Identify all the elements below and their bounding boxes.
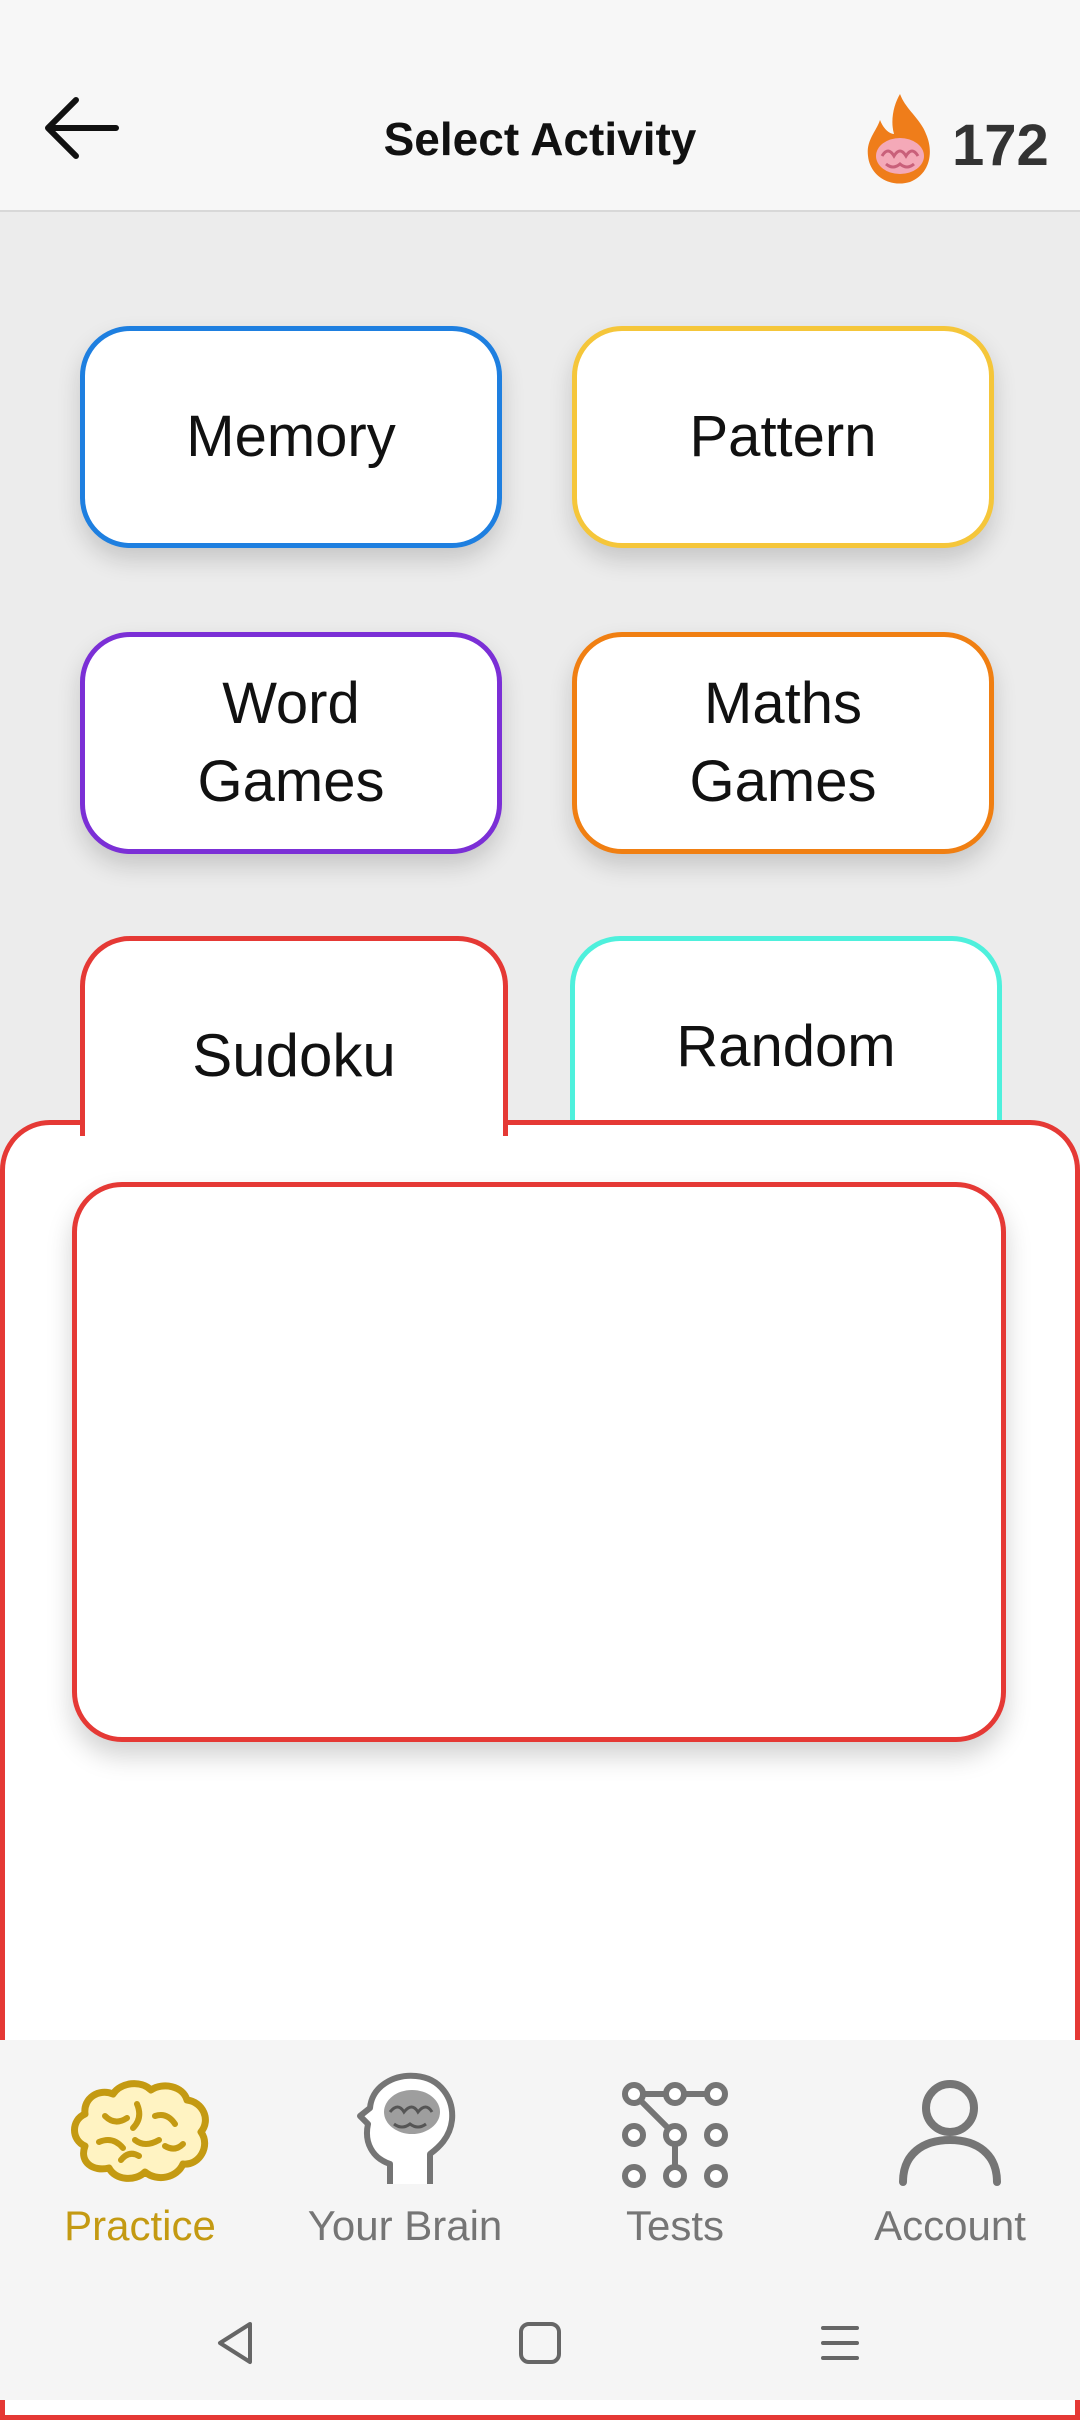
app-header: Select Activity 172 [0, 0, 1080, 212]
nav-account[interactable]: Account [840, 2040, 1060, 2290]
random-button[interactable]: Random [570, 936, 1002, 1136]
flame-brain-icon [867, 94, 930, 184]
word-games-label-line1: Word [222, 671, 360, 736]
nav-tests-label: Tests [625, 2202, 725, 2249]
streak-counter[interactable]: 172 [860, 90, 1060, 190]
word-games-label-line2: Games [197, 749, 385, 814]
menu-lines-icon[interactable] [815, 2318, 865, 2368]
nav-account-label: Account [874, 2202, 1026, 2249]
nav-tests[interactable]: Tests [570, 2040, 780, 2290]
home-square-icon[interactable] [515, 2318, 565, 2368]
maths-games-label-line2: Games [689, 749, 877, 814]
head-brain-icon [357, 2072, 456, 2184]
nav-your-brain-label: Your Brain [307, 2202, 503, 2249]
nav-practice-label: Practice [64, 2202, 216, 2249]
system-navigation-bar [0, 2290, 1080, 2400]
sudoku-label: Sudoku [192, 1022, 396, 1089]
sudoku-tab[interactable]: Sudoku [80, 936, 508, 1136]
word-games-button[interactable]: Word Games [80, 632, 502, 854]
memory-label: Memory [186, 404, 396, 469]
sudoku-tab-joint [85, 1118, 503, 1130]
pattern-label: Pattern [689, 404, 877, 469]
maths-games-button[interactable]: Maths Games [572, 632, 994, 854]
maths-games-label-line1: Maths [704, 671, 862, 736]
bottom-navigation: Practice Your Brain Tests Account [0, 2040, 1080, 2290]
memory-button[interactable]: Memory [80, 326, 502, 548]
brain-icon [71, 2080, 209, 2182]
pattern-grid-icon [622, 2082, 728, 2188]
random-label: Random [676, 1014, 896, 1079]
back-triangle-icon[interactable] [210, 2318, 260, 2368]
nav-practice[interactable]: Practice [20, 2040, 260, 2290]
person-icon [899, 2080, 1001, 2186]
nav-your-brain[interactable]: Your Brain [280, 2040, 530, 2290]
streak-count: 172 [952, 113, 1049, 178]
sudoku-preview-card[interactable] [72, 1182, 1006, 1742]
pattern-button[interactable]: Pattern [572, 326, 994, 548]
